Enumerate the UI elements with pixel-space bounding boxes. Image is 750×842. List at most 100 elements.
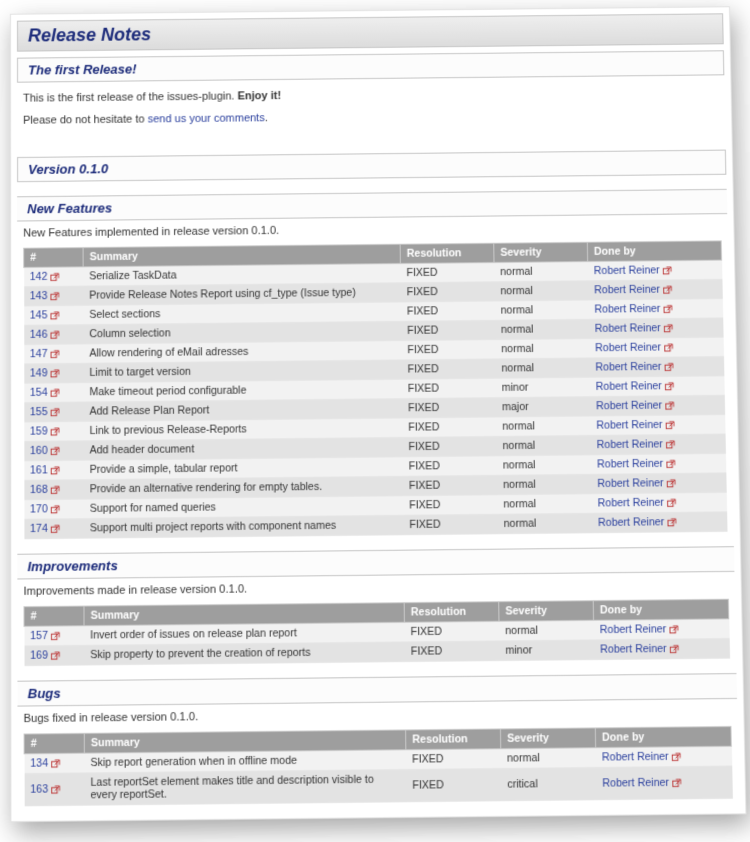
issue-resolution: FIXED	[403, 475, 497, 495]
external-link-icon	[670, 644, 679, 653]
first-release-heading: The first Release!	[17, 50, 724, 82]
external-link-icon	[50, 292, 59, 301]
external-link-icon	[667, 479, 676, 488]
external-link-icon	[51, 446, 60, 455]
issue-resolution: FIXED	[401, 340, 495, 360]
issue-id-link[interactable]: 143	[30, 290, 48, 302]
external-link-icon	[663, 266, 672, 275]
new-features-caption: New Features implemented in release vers…	[23, 220, 721, 239]
issue-severity: critical	[501, 767, 596, 800]
external-link-icon	[667, 498, 676, 507]
send-comments-link[interactable]: send us your comments	[148, 112, 265, 125]
doneby-link[interactable]: Robert Reiner	[602, 751, 669, 764]
issue-severity: normal	[495, 319, 589, 339]
doneby-link[interactable]: Robert Reiner	[600, 623, 667, 636]
external-link-icon	[665, 420, 674, 429]
issue-id-link[interactable]: 154	[30, 387, 48, 399]
issue-id-link[interactable]: 142	[30, 271, 48, 283]
external-link-icon	[665, 401, 674, 410]
issue-resolution: FIXED	[401, 359, 495, 379]
new-features-heading: New Features	[17, 189, 727, 222]
issue-severity: minor	[499, 640, 594, 661]
doneby-link[interactable]: Robert Reiner	[596, 419, 662, 432]
issue-id-link[interactable]: 160	[30, 445, 48, 457]
issue-severity: normal	[495, 339, 589, 359]
doneby-link[interactable]: Robert Reiner	[596, 399, 662, 412]
external-link-icon	[51, 350, 60, 359]
external-link-icon	[51, 369, 60, 378]
doneby-link[interactable]: Robert Reiner	[594, 264, 660, 277]
new-features-body: 142Serialize TaskDataFIXEDnormalRobert R…	[24, 260, 727, 539]
issue-id-link[interactable]: 168	[30, 484, 48, 496]
doneby-link[interactable]: Robert Reiner	[597, 438, 663, 451]
external-link-icon	[664, 362, 673, 371]
col-doneby: Done by	[587, 241, 721, 262]
doneby-link[interactable]: Robert Reiner	[594, 284, 660, 297]
issue-severity: normal	[496, 435, 590, 455]
improvements-caption: Improvements made in release version 0.1…	[23, 578, 728, 598]
issue-severity: normal	[494, 281, 588, 301]
issue-id-link[interactable]: 147	[30, 348, 48, 360]
doneby-link[interactable]: Robert Reiner	[598, 516, 665, 529]
issue-severity: normal	[495, 358, 589, 378]
issue-id-link[interactable]: 163	[30, 783, 48, 796]
issue-resolution: FIXED	[401, 301, 495, 321]
issue-severity: normal	[497, 513, 592, 534]
doneby-link[interactable]: Robert Reiner	[596, 380, 662, 393]
issue-id-link[interactable]: 169	[30, 649, 48, 662]
issue-severity: normal	[501, 748, 596, 769]
issue-resolution: FIXED	[401, 320, 495, 340]
issue-severity: normal	[494, 262, 588, 282]
doneby-link[interactable]: Robert Reiner	[595, 341, 661, 354]
external-link-icon	[664, 343, 673, 352]
issue-id-link[interactable]: 146	[30, 329, 48, 341]
first-release-intro-2: Please do not hesitate to send us your c…	[23, 107, 719, 126]
issue-id-link[interactable]: 149	[30, 367, 48, 379]
issue-summary: Skip property to prevent the creation of…	[84, 642, 405, 665]
issue-severity: major	[496, 397, 590, 417]
doneby-link[interactable]: Robert Reiner	[598, 497, 664, 510]
external-link-icon	[51, 466, 60, 475]
improvements-heading: Improvements	[17, 546, 734, 579]
external-link-icon	[51, 427, 60, 436]
doneby-link[interactable]: Robert Reiner	[602, 777, 669, 790]
doneby-link[interactable]: Robert Reiner	[594, 303, 660, 316]
doneby-link[interactable]: Robert Reiner	[600, 643, 667, 656]
page-title: Release Notes	[17, 13, 724, 51]
doneby-link[interactable]: Robert Reiner	[595, 322, 661, 335]
issue-severity: normal	[497, 474, 592, 494]
external-link-icon	[50, 311, 59, 320]
col-id: #	[24, 248, 83, 268]
improvements-table: # Summary Resolution Severity Done by 15…	[23, 599, 730, 666]
issue-id-link[interactable]: 170	[30, 503, 48, 516]
issue-resolution: FIXED	[400, 263, 494, 283]
external-link-icon	[666, 459, 675, 468]
external-link-icon	[663, 304, 672, 313]
issue-summary: Support multi project reports with compo…	[84, 515, 404, 538]
issue-severity: normal	[497, 455, 591, 475]
issue-id-link[interactable]: 134	[30, 757, 48, 770]
issue-id-link[interactable]: 161	[30, 464, 48, 476]
issue-id-link[interactable]: 155	[30, 406, 48, 418]
issue-resolution: FIXED	[402, 417, 496, 437]
doneby-link[interactable]: Robert Reiner	[597, 477, 663, 490]
improvements-body: 157Invert order of issues on release pla…	[24, 619, 730, 666]
external-link-icon	[51, 524, 60, 533]
external-link-icon	[51, 505, 60, 514]
external-link-icon	[51, 785, 60, 794]
issue-id-link[interactable]: 157	[30, 630, 48, 643]
external-link-icon	[672, 778, 681, 787]
issue-id-link[interactable]: 174	[30, 523, 48, 536]
new-features-table: # Summary Resolution Severity Done by 14…	[23, 240, 727, 539]
external-link-icon	[51, 631, 60, 640]
issue-resolution: FIXED	[406, 768, 501, 801]
doneby-link[interactable]: Robert Reiner	[595, 361, 661, 374]
external-link-icon	[664, 324, 673, 333]
doneby-link[interactable]: Robert Reiner	[597, 458, 663, 471]
issue-id-link[interactable]: 159	[30, 425, 48, 437]
external-link-icon	[51, 485, 60, 494]
issue-resolution: FIXED	[406, 749, 501, 770]
external-link-icon	[669, 625, 678, 634]
issue-id-link[interactable]: 145	[30, 309, 48, 321]
external-link-icon	[50, 272, 59, 281]
